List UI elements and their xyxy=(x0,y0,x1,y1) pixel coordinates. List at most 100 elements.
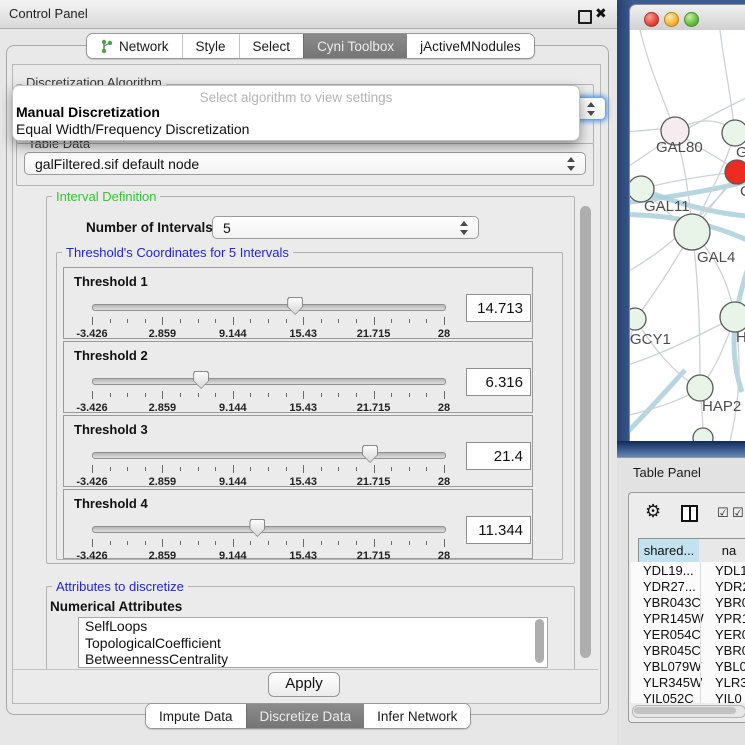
tick-mark xyxy=(162,539,163,547)
threshold-panel: Threshold 1 -3.4262.8599.14415.4321.7152… xyxy=(63,267,533,339)
cell-name: YLR3 xyxy=(715,675,745,690)
bottom-tab-impute-data[interactable]: Impute Data xyxy=(146,704,246,728)
checkbox-icon[interactable]: ☑ xyxy=(717,505,730,521)
tick-value-label: 9.144 xyxy=(219,328,247,340)
network-node-h[interactable] xyxy=(720,302,745,332)
tick-value-label: 21.715 xyxy=(357,402,391,414)
table-data-combobox[interactable]: galFiltered.sif default node xyxy=(24,152,586,175)
tick-mark xyxy=(356,467,357,471)
table-row[interactable]: YER054CYER0 xyxy=(631,626,745,642)
cell-name: YIL0 xyxy=(715,691,742,703)
network-edge xyxy=(720,30,735,133)
tick-mark xyxy=(391,319,392,323)
table-row[interactable]: YBR043CYBR0 xyxy=(631,594,745,610)
tick-mark xyxy=(409,467,410,471)
network-node[interactable] xyxy=(693,428,713,441)
column-header-shared-name[interactable]: shared... xyxy=(638,538,700,563)
cell-shared-name: YBR045C xyxy=(643,643,701,658)
threshold-slider[interactable]: -3.4262.8599.14415.4321.71528 xyxy=(92,520,444,558)
table-rows[interactable]: YDL19...YDL1YDR27...YDR2YBR043CYBR0YPR14… xyxy=(631,562,745,703)
tick-value-label: 28 xyxy=(438,550,450,562)
dropdown-option-manual[interactable]: Manual Discretization xyxy=(16,104,160,120)
network-node-c[interactable] xyxy=(725,160,745,184)
tab-select[interactable]: Select xyxy=(239,34,304,58)
attribute-list-item[interactable]: TopologicalCoefficient xyxy=(79,635,547,652)
table-horizontal-scrollbar[interactable] xyxy=(632,705,745,718)
slider-ticks xyxy=(92,317,444,326)
apply-button[interactable]: Apply xyxy=(268,672,340,697)
zoom-traffic-light-icon[interactable] xyxy=(684,12,699,27)
tick-mark xyxy=(426,467,427,471)
tick-mark xyxy=(162,317,163,325)
tab-style[interactable]: Style xyxy=(182,34,239,58)
split-columns-icon[interactable] xyxy=(681,505,698,522)
threshold-value-field[interactable] xyxy=(466,368,531,396)
tick-mark xyxy=(250,467,251,471)
threshold-value-field[interactable] xyxy=(466,294,531,322)
slider-thumb[interactable] xyxy=(193,371,209,389)
tick-mark xyxy=(215,541,216,545)
cell-shared-name: YBL079W xyxy=(643,659,702,674)
slider-track[interactable] xyxy=(92,526,446,533)
float-window-icon[interactable] xyxy=(578,10,592,24)
tick-mark xyxy=(444,391,445,399)
network-node-gal4[interactable] xyxy=(674,214,710,250)
tab-jactivemnodules[interactable]: jActiveMNodules xyxy=(407,34,534,58)
bottom-tab-infer-network[interactable]: Infer Network xyxy=(364,704,470,728)
tick-mark xyxy=(356,319,357,323)
threshold-title: Threshold 4 xyxy=(74,496,148,511)
table-row[interactable]: YBL079WYBL0 xyxy=(631,658,745,674)
tick-mark xyxy=(180,393,181,397)
threshold-slider[interactable]: -3.4262.8599.14415.4321.71528 xyxy=(92,446,444,484)
tick-mark xyxy=(250,541,251,545)
tick-mark xyxy=(374,317,375,325)
tick-mark xyxy=(127,393,128,397)
network-node-g[interactable] xyxy=(722,120,745,146)
column-header-name[interactable]: na xyxy=(699,538,745,563)
table-row[interactable]: YLR345WYLR3 xyxy=(631,674,745,690)
checkbox-icon[interactable]: ☑ xyxy=(732,505,745,521)
num-intervals-combobox[interactable]: 5 xyxy=(212,216,479,239)
gear-icon[interactable]: ⚙ xyxy=(645,501,661,522)
table-row[interactable]: YPR145WYPR1 xyxy=(631,610,745,626)
close-icon[interactable]: ✖ xyxy=(595,5,607,22)
table-row[interactable]: YIL052CYIL0 xyxy=(631,690,745,703)
network-view-canvas[interactable]: GAL80GCGAL11GAL4GCY1HHAP2 xyxy=(629,30,745,441)
tick-mark xyxy=(409,541,410,545)
dropdown-option-equal-width[interactable]: Equal Width/Frequency Discretization xyxy=(16,121,249,137)
column-divider xyxy=(700,562,701,703)
tab-cyni-toolbox[interactable]: Cyni Toolbox xyxy=(303,34,407,58)
attribute-list-scrollbar[interactable] xyxy=(535,619,544,663)
slider-thumb[interactable] xyxy=(287,297,303,315)
numerical-attributes-list[interactable]: SelfLoopsTopologicalCoefficientBetweenne… xyxy=(78,617,548,668)
panel-vertical-scrollbar[interactable] xyxy=(580,206,591,658)
slider-ticks xyxy=(92,539,444,548)
tick-mark xyxy=(127,319,128,323)
threshold-panel: Threshold 4 -3.4262.8599.14415.4321.7152… xyxy=(63,489,533,559)
scrollbar-thumb[interactable] xyxy=(634,707,736,714)
slider-thumb[interactable] xyxy=(362,445,378,463)
table-row[interactable]: YDR27...YDR2 xyxy=(631,578,745,594)
tab-network[interactable]: Network xyxy=(87,34,182,58)
tick-mark xyxy=(444,465,445,473)
attribute-list-item[interactable]: SelfLoops xyxy=(79,618,547,635)
threshold-slider[interactable]: -3.4262.8599.14415.4321.71528 xyxy=(92,372,444,410)
threshold-value-field[interactable] xyxy=(466,442,531,470)
close-traffic-light-icon[interactable] xyxy=(644,12,659,27)
tick-mark xyxy=(180,319,181,323)
slider-track[interactable] xyxy=(92,452,446,459)
slider-track[interactable] xyxy=(92,304,446,311)
attribute-list-item[interactable]: BetweennessCentrality xyxy=(79,651,547,668)
tick-mark xyxy=(250,393,251,397)
network-window-titlebar[interactable] xyxy=(629,4,745,32)
tick-mark xyxy=(391,467,392,471)
slider-thumb[interactable] xyxy=(249,519,265,537)
threshold-value-field[interactable] xyxy=(466,516,531,544)
table-row[interactable]: YBR045CYBR0 xyxy=(631,642,745,658)
threshold-slider[interactable]: -3.4262.8599.14415.4321.71528 xyxy=(92,298,444,336)
network-node-gcy1[interactable] xyxy=(630,308,646,330)
slider-track[interactable] xyxy=(92,378,446,385)
table-row[interactable]: YDL19...YDL1 xyxy=(631,562,745,578)
bottom-tab-discretize-data[interactable]: Discretize Data xyxy=(246,704,365,728)
minimize-traffic-light-icon[interactable] xyxy=(664,12,679,27)
